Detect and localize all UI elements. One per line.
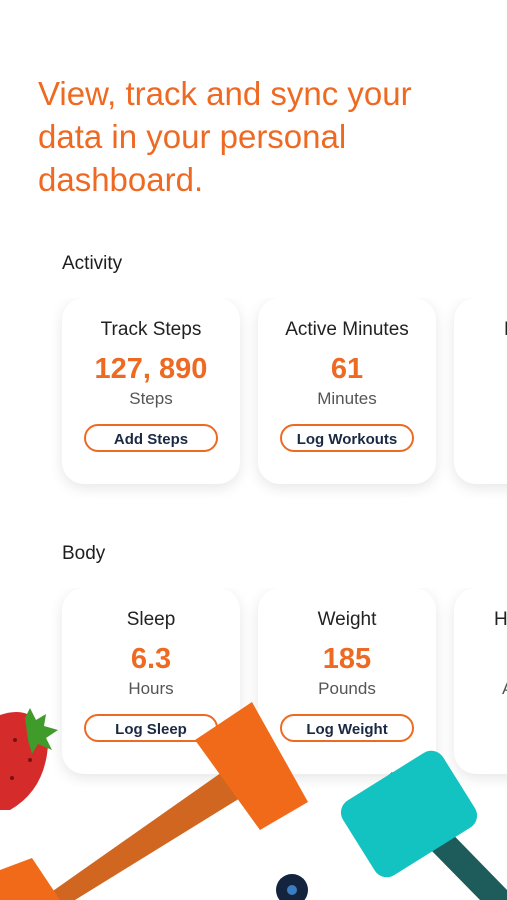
log-workouts-button[interactable]: Log Workouts [280,424,414,452]
card-title: Weight [317,609,377,630]
activity-cards-row[interactable]: Track Steps 127, 890 Steps Add Steps Act… [0,298,507,498]
card-unit: Minutes [317,389,377,408]
ball-icon [276,874,308,900]
card-title: D [454,319,507,343]
add-steps-button[interactable]: Add Steps [84,424,218,452]
dumbbell-icon [340,750,507,900]
strawberry-icon [0,708,58,810]
card-title: Track Steps [100,319,202,340]
card-value: 185 [322,643,372,675]
section-label-body: Body [62,543,106,564]
card-title: Active Minutes [285,319,409,340]
card-partial[interactable]: D [454,298,507,484]
card-track-steps[interactable]: Track Steps 127, 890 Steps Add Steps [62,298,240,484]
card-unit: Steps [129,389,173,408]
card-value: 127, 890 [94,353,208,385]
card-active-minutes[interactable]: Active Minutes 61 Minutes Log Workouts [258,298,436,484]
fitness-illustration [0,702,507,900]
card-title: Sleep [126,609,176,630]
card-value: 61 [330,353,364,385]
card-title: H [494,609,507,630]
headline: View, track and sync your data in your p… [38,75,412,198]
card-value: 6.3 [130,643,172,675]
section-label-activity: Activity [62,253,123,274]
